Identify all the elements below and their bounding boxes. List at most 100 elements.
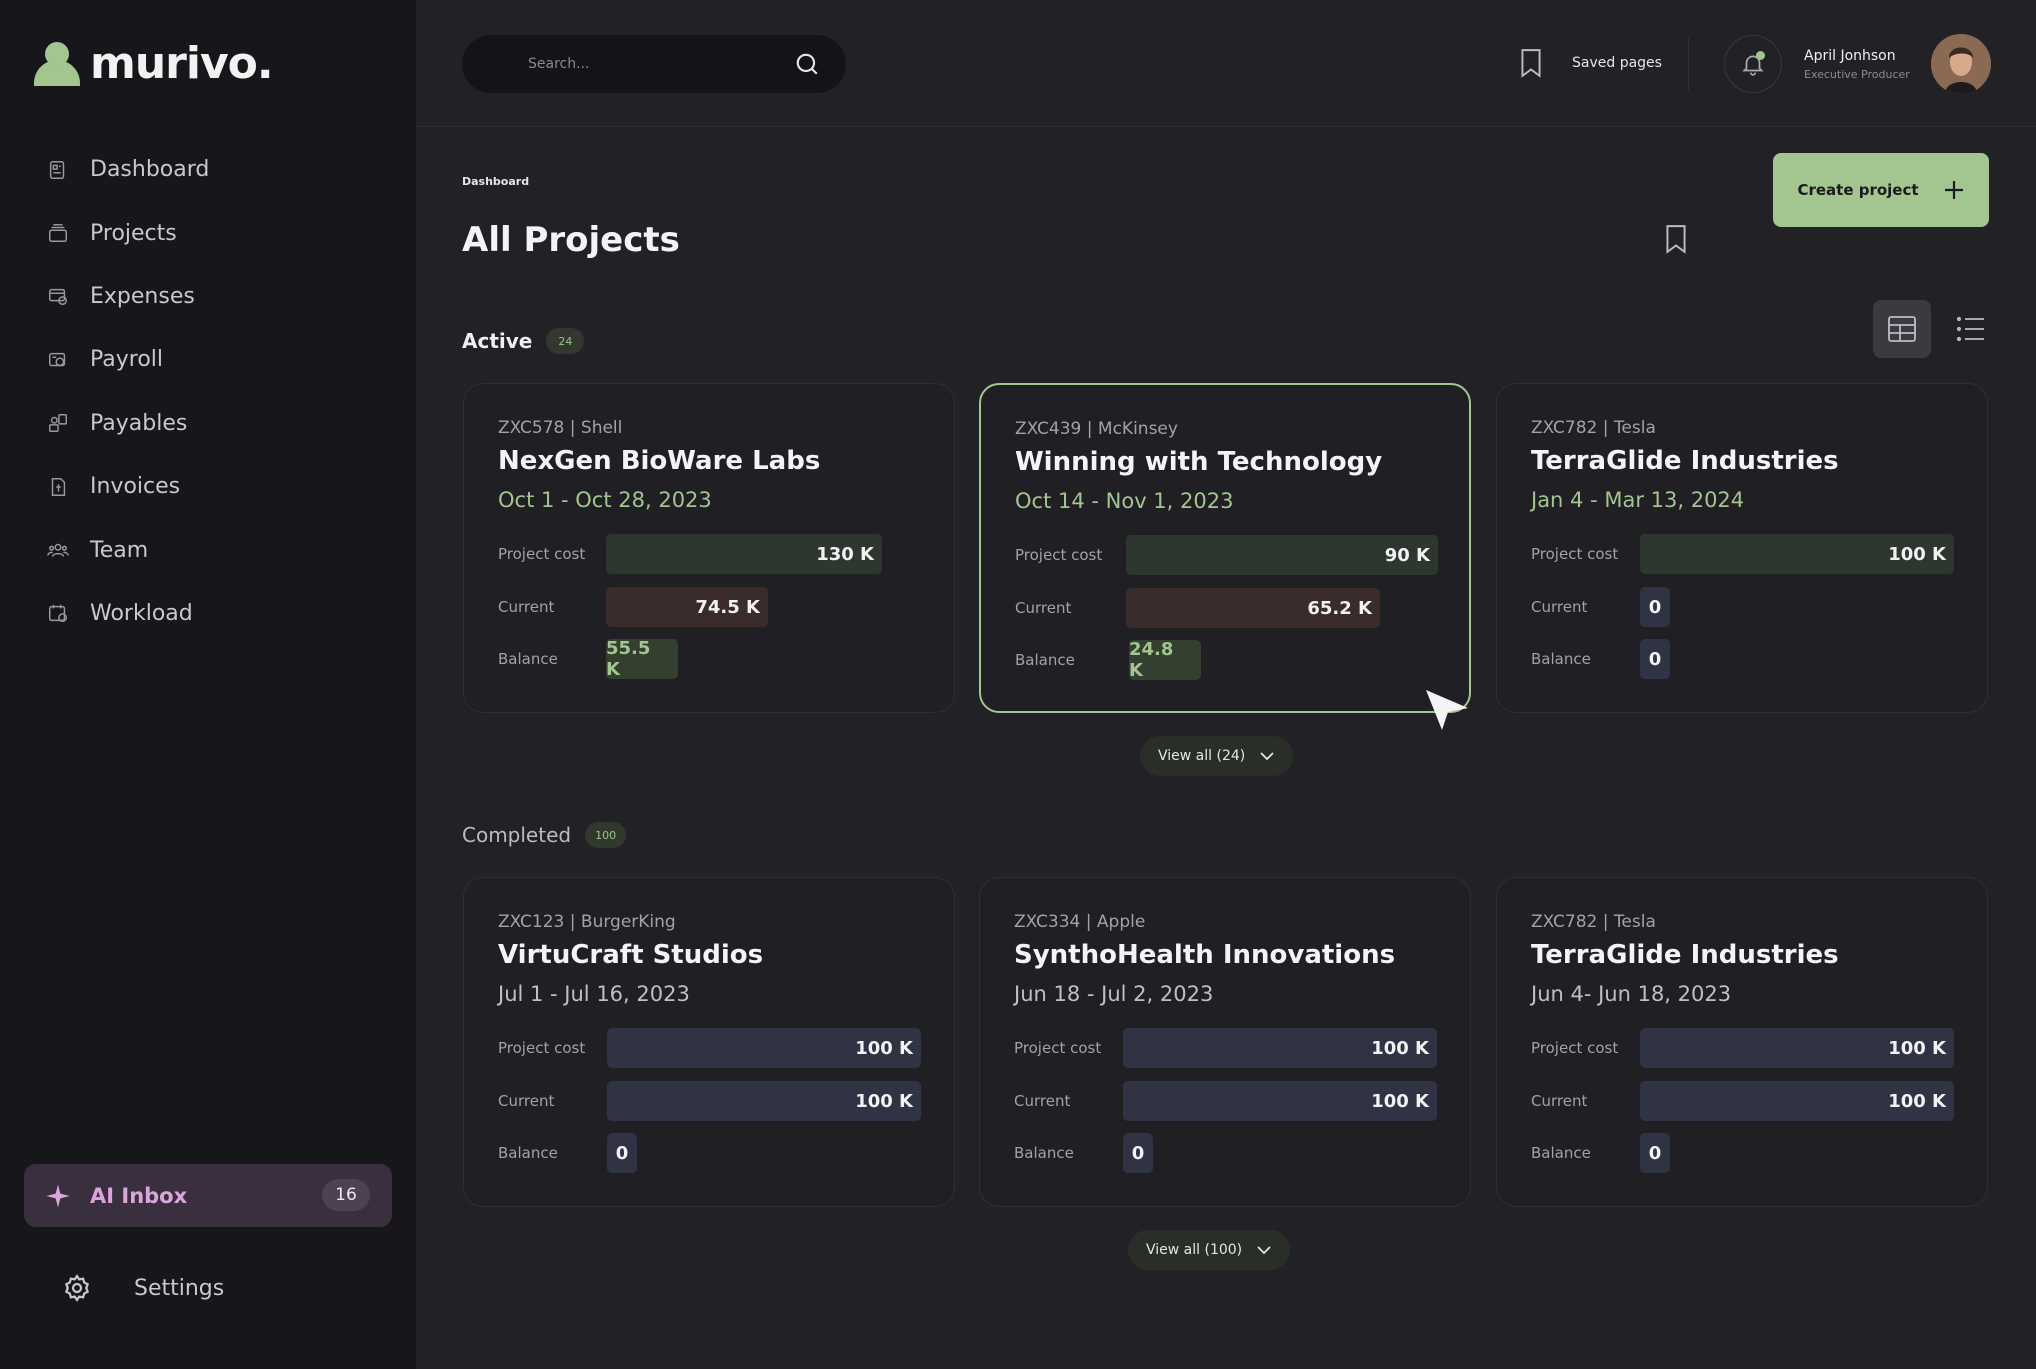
breadcrumb[interactable]: Dashboard [462,175,529,188]
chevron-down-icon [1257,1246,1271,1255]
balance-value: 0 [1640,639,1670,679]
mouse-cursor-icon [1426,690,1468,730]
sidebar-item-workload[interactable]: Workload [0,582,416,645]
bookmark-icon [1521,49,1541,78]
list-view-toggle[interactable] [1942,300,2000,358]
sidebar-item-label: Expenses [90,283,195,309]
balance-value: 0 [1123,1133,1153,1173]
grid-view-toggle[interactable] [1873,300,1931,358]
user-info[interactable]: April Jonhson Executive Producer [1804,48,1910,81]
project-cost-label: Project cost [1015,546,1103,564]
project-card-selected[interactable]: ZXC439 | McKinsey Winning with Technolog… [979,383,1471,713]
sidebar: murivo. Dashboard Projects Expenses Payr… [0,0,416,1369]
page-title: All Projects [462,220,680,260]
project-cost-label: Project cost [1531,545,1619,563]
current-label: Current [498,1092,555,1110]
current-label: Current [1015,599,1072,617]
project-card[interactable]: ZXC578 | Shell NexGen BioWare Labs Oct 1… [463,383,955,713]
sidebar-nav: Dashboard Projects Expenses Payroll Paya… [0,138,416,645]
invoices-icon [46,475,70,499]
current-value: 65.2 K [1126,588,1380,628]
workload-icon [46,601,70,625]
sidebar-item-team[interactable]: Team [0,518,416,581]
sidebar-item-dashboard[interactable]: Dashboard [0,138,416,201]
notifications-button[interactable] [1724,35,1782,93]
project-id: ZXC578 | Shell [498,418,623,438]
plus-icon [1944,181,1963,199]
notification-dot [1756,51,1765,60]
sidebar-item-projects[interactable]: Projects [0,201,416,264]
project-cost-label: Project cost [498,545,586,563]
sidebar-item-label: Workload [90,600,193,626]
chevron-down-icon [1260,752,1274,761]
create-project-button[interactable]: Create project [1773,153,1989,227]
project-id: ZXC123 | BurgerKing [498,912,676,932]
project-cost-value: 100 K [1640,534,1954,574]
settings-label: Settings [134,1275,225,1301]
current-label: Current [1531,1092,1588,1110]
project-dates: Jul 1 - Jul 16, 2023 [498,982,690,1006]
grid-view-icon [1888,316,1916,342]
balance-value: 24.8 K [1129,639,1201,681]
expenses-icon [46,284,70,308]
balance-value: 0 [1640,1133,1670,1173]
project-dates: Jun 4- Jun 18, 2023 [1531,982,1732,1006]
search-icon[interactable] [794,51,820,77]
project-name: Winning with Technology [1015,447,1383,477]
project-card[interactable]: ZXC782 | Tesla TerraGlide Industries Jan… [1496,383,1988,713]
project-cost-value: 100 K [1123,1028,1437,1068]
sidebar-item-invoices[interactable]: Invoices [0,455,416,518]
project-id: ZXC334 | Apple [1014,912,1146,932]
active-section-header: Active 24 [462,328,585,354]
completed-section-header: Completed 100 [462,822,627,848]
project-id: ZXC439 | McKinsey [1015,419,1178,439]
balance-label: Balance [498,650,558,668]
gear-icon [64,1274,90,1302]
sidebar-item-payroll[interactable]: Payroll [0,328,416,391]
project-id: ZXC782 | Tesla [1531,912,1656,932]
bookmark-page-icon[interactable] [1663,224,1689,254]
project-cost-label: Project cost [498,1039,586,1057]
ai-inbox-button[interactable]: AI Inbox 16 [24,1164,392,1227]
ai-inbox-count-badge: 16 [322,1179,370,1211]
project-card[interactable]: ZXC123 | BurgerKing VirtuCraft Studios J… [463,877,955,1207]
current-value: 100 K [607,1081,921,1121]
sidebar-item-label: Payables [90,410,188,436]
project-card[interactable]: ZXC782 | Tesla TerraGlide Industries Jun… [1496,877,1988,1207]
dashboard-icon [46,158,70,182]
balance-value: 55.5 K [606,638,678,680]
current-value: 100 K [1123,1081,1437,1121]
search-input[interactable] [528,56,788,72]
user-role: Executive Producer [1804,68,1910,81]
sidebar-item-expenses[interactable]: Expenses [0,265,416,328]
balance-label: Balance [498,1144,558,1162]
brand-logo[interactable]: murivo. [34,38,274,89]
balance-label: Balance [1014,1144,1074,1162]
sidebar-item-payables[interactable]: Payables [0,392,416,455]
completed-section-title: Completed [462,823,572,847]
avatar-image [1931,34,1991,94]
brand-name: murivo. [90,38,274,89]
search-bar [462,35,846,93]
saved-pages-button[interactable]: Saved pages [1518,48,1662,78]
view-all-completed-button[interactable]: View all (100) [1128,1230,1291,1270]
current-value: 74.5 K [606,587,768,627]
completed-count-badge: 100 [585,822,627,848]
sidebar-item-label: Payroll [90,347,164,373]
team-icon [46,538,70,562]
settings-button[interactable]: Settings [62,1273,224,1303]
create-project-label: Create project [1797,181,1919,199]
sidebar-item-label: Dashboard [90,157,210,183]
project-dates: Jun 18 - Jul 2, 2023 [1014,982,1214,1006]
project-dates: Oct 1 - Oct 28, 2023 [498,488,712,512]
sidebar-item-label: Projects [90,220,177,246]
active-count-badge: 24 [546,328,585,354]
avatar[interactable] [1931,34,1991,94]
project-dates: Oct 14 - Nov 1, 2023 [1015,489,1234,513]
payables-icon [46,411,70,435]
top-bar: Saved pages April Jonhson Executive Prod… [416,0,2036,127]
project-cost-value: 100 K [607,1028,921,1068]
view-all-active-button[interactable]: View all (24) [1140,736,1294,776]
sidebar-item-label: Team [90,537,149,563]
project-card[interactable]: ZXC334 | Apple SynthoHealth Innovations … [979,877,1471,1207]
